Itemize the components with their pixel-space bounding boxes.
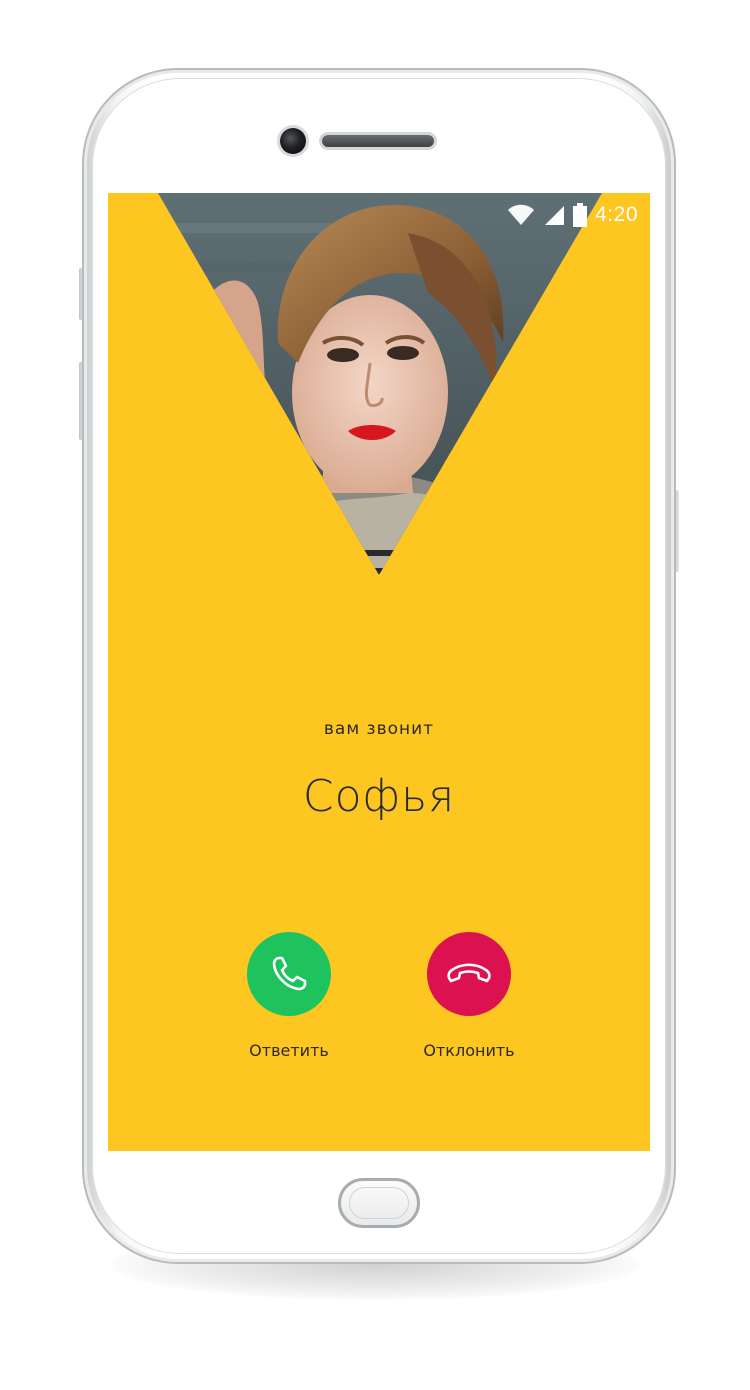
earpiece-speaker — [322, 135, 434, 147]
status-time: 4:20 — [595, 203, 638, 226]
incoming-call-label: вам звонит — [323, 719, 435, 739]
caller-photo-triangle — [158, 193, 602, 575]
decline-label: Отклонить — [423, 1041, 515, 1060]
answer-call-button[interactable] — [247, 932, 331, 1016]
front-camera — [280, 128, 306, 154]
wifi-icon — [508, 204, 535, 225]
caller-photo: 4:20 — [108, 193, 650, 593]
cellular-signal-icon — [545, 206, 565, 225]
caller-name: Софья — [302, 771, 456, 822]
home-button[interactable] — [338, 1178, 420, 1228]
phone-answer-icon — [272, 956, 307, 991]
status-bar: 4:20 — [507, 201, 638, 229]
incoming-call-screen: 4:20 вам звонит Софья Ответить Отклонить — [108, 193, 650, 1151]
battery-icon — [573, 203, 588, 227]
answer-label: Ответить — [249, 1041, 329, 1060]
decline-call-button[interactable] — [427, 932, 511, 1016]
device-mockup: 4:20 вам звонит Софья Ответить Отклонить — [0, 0, 750, 1390]
phone-hangup-icon — [447, 963, 491, 983]
